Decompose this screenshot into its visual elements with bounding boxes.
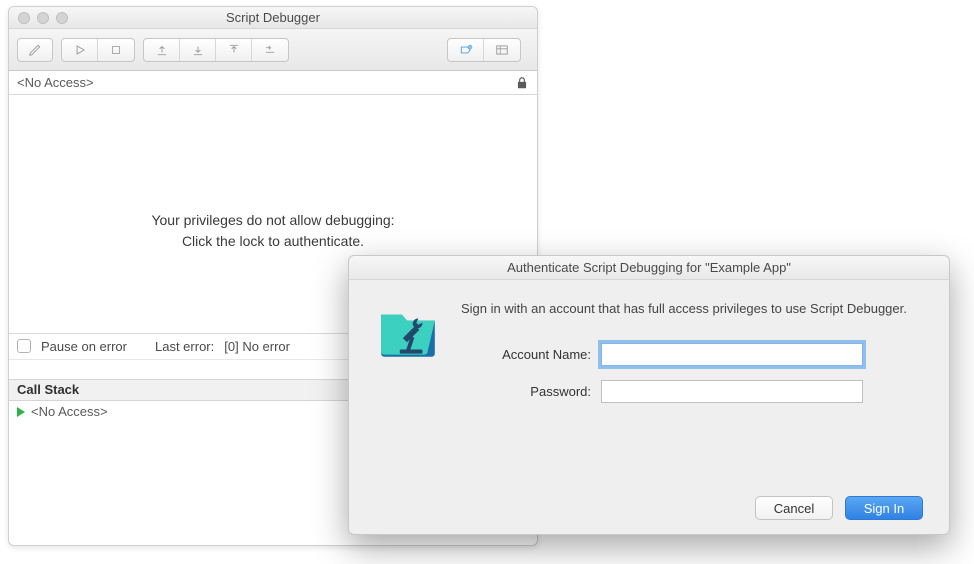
play-icon: [73, 43, 87, 57]
status-bar: <No Access>: [9, 71, 537, 95]
no-access-message-line2: Click the lock to authenticate.: [182, 231, 364, 252]
step-out-icon: [154, 43, 170, 57]
run-controls: [61, 38, 135, 62]
status-text: <No Access>: [17, 75, 94, 90]
no-access-message-line1: Your privileges do not allow debugging:: [151, 210, 394, 231]
toolbar: [9, 29, 537, 71]
data-viewer-icon: [494, 43, 510, 57]
app-icon: [375, 300, 443, 520]
cancel-button-label: Cancel: [774, 501, 814, 516]
data-viewer-button[interactable]: [484, 39, 520, 61]
window-titlebar: Script Debugger: [9, 7, 537, 29]
step-into-button[interactable]: [180, 39, 216, 61]
password-input[interactable]: [601, 380, 863, 403]
dialog-message: Sign in with an account that has full ac…: [461, 300, 923, 319]
play-button[interactable]: [62, 39, 98, 61]
folder-tools-icon: [375, 300, 441, 366]
pencil-icon: [28, 43, 42, 57]
account-label: Account Name:: [461, 347, 601, 362]
step-out-button[interactable]: [144, 39, 180, 61]
dialog-button-row: Cancel Sign In: [461, 496, 923, 520]
signin-button[interactable]: Sign In: [845, 496, 923, 520]
breakpoint-icon: [457, 43, 475, 57]
auth-dialog: Authenticate Script Debugging for "Examp…: [348, 255, 950, 535]
step-over-icon: [226, 43, 242, 57]
step-next-icon: [262, 43, 278, 57]
window-title: Script Debugger: [9, 10, 537, 25]
dialog-body: Sign in with an account that has full ac…: [349, 280, 949, 534]
last-error-value: [0] No error: [224, 339, 290, 354]
last-error-label: Last error:: [155, 339, 214, 354]
callstack-item-label: <No Access>: [31, 404, 108, 419]
account-field-row: Account Name:: [461, 343, 923, 366]
stop-button[interactable]: [98, 39, 134, 61]
lock-button[interactable]: [515, 75, 529, 91]
step-controls: [143, 38, 289, 62]
cancel-button[interactable]: Cancel: [755, 496, 833, 520]
pause-on-error-checkbox[interactable]: [17, 339, 31, 353]
password-field-row: Password:: [461, 380, 923, 403]
view-controls: [447, 38, 521, 62]
signin-button-label: Sign In: [864, 501, 904, 516]
dialog-title: Authenticate Script Debugging for "Examp…: [349, 256, 949, 280]
edit-button[interactable]: [17, 38, 53, 62]
password-label: Password:: [461, 384, 601, 399]
account-name-input[interactable]: [601, 343, 863, 366]
step-over-button[interactable]: [216, 39, 252, 61]
callstack-header-label: Call Stack: [17, 382, 79, 397]
lock-icon: [515, 75, 529, 91]
step-next-button[interactable]: [252, 39, 288, 61]
breakpoints-button[interactable]: [448, 39, 484, 61]
current-frame-icon: [17, 407, 25, 417]
step-into-icon: [190, 43, 206, 57]
pause-on-error-label: Pause on error: [41, 339, 127, 354]
stop-icon: [110, 44, 122, 56]
